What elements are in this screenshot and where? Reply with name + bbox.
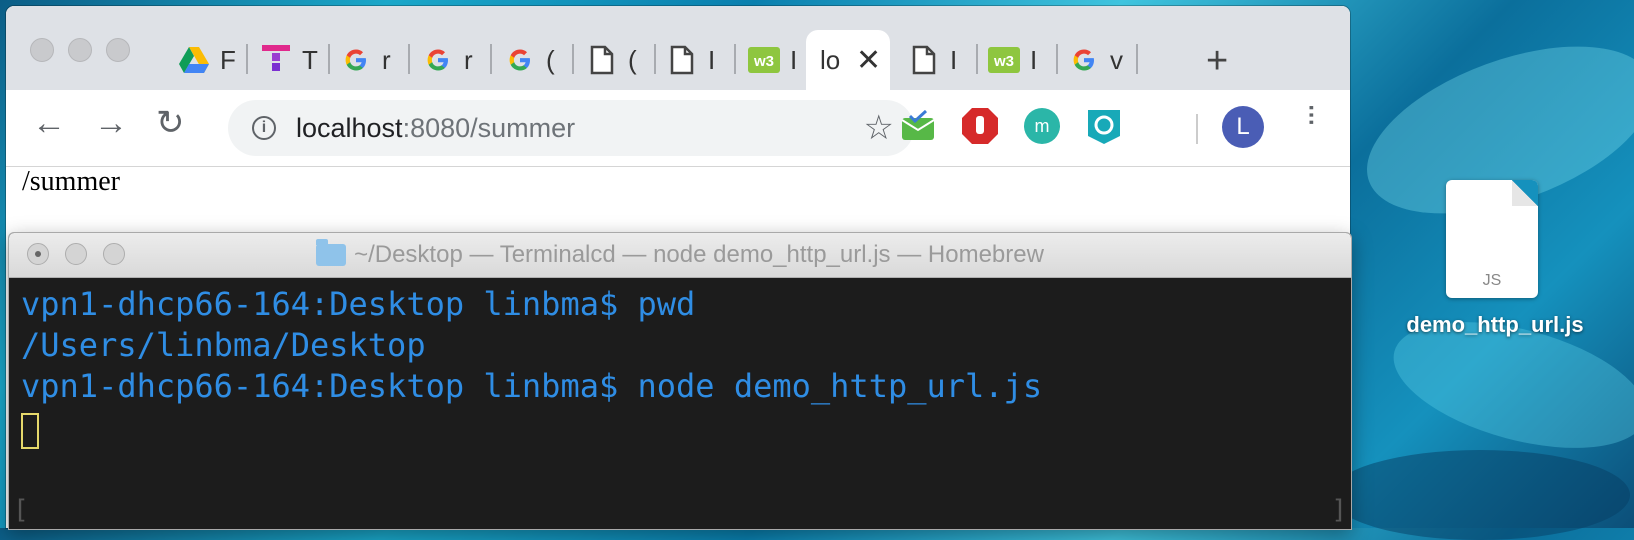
tab-label: lo (820, 44, 841, 75)
browser-toolbar: ← → ↻ i localhost:8080/summer ☆ m L ··· (6, 90, 1350, 167)
more-menu-icon[interactable]: ··· (1294, 102, 1332, 124)
w3schools-icon: w3 (748, 44, 780, 76)
close-tab-icon[interactable]: ✕ (856, 43, 881, 78)
profile-avatar[interactable]: L (1222, 106, 1264, 148)
folder-icon (316, 239, 347, 266)
tab[interactable]: r (408, 30, 492, 90)
url-text[interactable]: localhost:8080/summer (296, 113, 575, 144)
tab[interactable]: T (246, 30, 330, 90)
terminal-title: ~/Desktop — Terminalcd — node demo_http_… (9, 233, 1351, 277)
google-icon (504, 44, 536, 76)
tab-label: ( (628, 44, 637, 75)
tab-label: F (220, 44, 236, 75)
site-info-icon[interactable]: i (252, 116, 276, 140)
google-icon (422, 44, 454, 76)
page-text: /summer (22, 166, 120, 197)
m-extension-icon[interactable]: m (1020, 104, 1064, 148)
tab[interactable]: r (326, 30, 410, 90)
back-button[interactable]: ← (32, 106, 66, 140)
mail-check-extension-icon[interactable] (896, 104, 940, 148)
tab-label: I (708, 44, 716, 75)
w3schools-icon: w3 (988, 44, 1020, 76)
tab[interactable]: w3 I (974, 30, 1058, 90)
tab-label: ( (546, 44, 555, 75)
adblock-extension-icon[interactable] (958, 104, 1002, 148)
tab-label: r (382, 44, 391, 75)
scroll-bracket-left: [ (13, 495, 29, 525)
bookmark-star-icon[interactable]: ☆ (864, 108, 894, 148)
terminal-cursor (21, 413, 39, 449)
tab-label: v (1110, 44, 1123, 75)
forward-button[interactable]: → (94, 106, 128, 140)
todoist-icon (260, 44, 292, 76)
document-icon (908, 44, 940, 76)
tab[interactable]: F (164, 30, 248, 90)
google-icon (1068, 44, 1100, 76)
address-bar[interactable]: i localhost:8080/summer ☆ (228, 100, 914, 156)
file-name-label: demo_http_url.js (1406, 312, 1584, 337)
maximize-window-button[interactable] (106, 38, 130, 62)
scroll-bracket-right: ] (1331, 495, 1347, 525)
document-icon (586, 44, 618, 76)
tab-active[interactable]: lo ✕ (806, 30, 890, 90)
svg-text:m: m (1035, 116, 1050, 136)
tab-strip: F Tr r((Iw3 Ilo ✕ Iw3 Iv + (6, 6, 1350, 90)
tab[interactable]: ( (490, 30, 574, 90)
tab[interactable]: v (1054, 30, 1138, 90)
terminal-line: vpn1-dhcp66-164:Desktop linbma$ node dem… (21, 367, 1043, 405)
document-icon (666, 44, 698, 76)
tab-label: I (1030, 44, 1038, 75)
google-drive-icon (178, 44, 210, 76)
close-window-button[interactable] (30, 38, 54, 62)
o-extension-icon[interactable] (1082, 104, 1126, 148)
file-extension-label: JS (1482, 272, 1502, 289)
minimize-window-button[interactable] (68, 38, 92, 62)
terminal-window: ~/Desktop — Terminalcd — node demo_http_… (8, 232, 1352, 530)
reload-button[interactable]: ↻ (156, 106, 185, 140)
tab[interactable]: I (652, 30, 736, 90)
terminal-output[interactable]: vpn1-dhcp66-164:Desktop linbma$ pwd/User… (9, 278, 1351, 455)
tab[interactable]: ( (572, 30, 656, 90)
toolbar-divider (1196, 114, 1198, 144)
tab-label: T (302, 44, 318, 75)
terminal-line: vpn1-dhcp66-164:Desktop linbma$ pwd (21, 285, 696, 323)
terminal-titlebar: ~/Desktop — Terminalcd — node demo_http_… (9, 233, 1351, 278)
tab-label: I (950, 44, 958, 75)
google-icon (340, 44, 372, 76)
new-tab-button[interactable]: + (1206, 42, 1228, 80)
tab-label: r (464, 44, 473, 75)
tab-separator (1136, 44, 1138, 74)
tab[interactable]: I (894, 30, 978, 90)
svg-text:w3: w3 (753, 53, 774, 70)
svg-text:w3: w3 (993, 53, 1014, 70)
terminal-line: /Users/linbma/Desktop (21, 326, 426, 364)
